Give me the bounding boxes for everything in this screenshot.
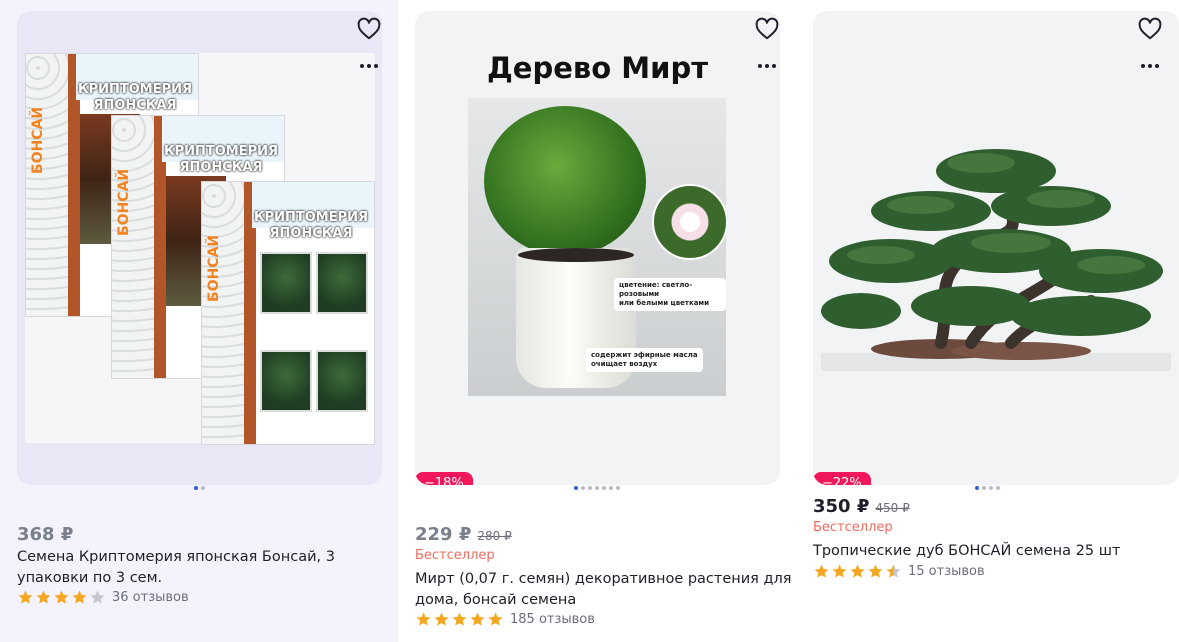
pack-name: КРИПТОМЕРИЯ ЯПОНСКАЯ — [253, 210, 369, 241]
pack-name: КРИПТОМЕРИЯ ЯПОНСКАЯ — [77, 82, 193, 113]
star-icon — [72, 590, 87, 604]
product-card-2[interactable]: Дерево Мирт цветение: светло-розовыми или… — [398, 0, 796, 642]
star-icon — [18, 590, 33, 604]
more-icon[interactable] — [356, 58, 382, 74]
bestseller-label: Бестселлер — [813, 520, 893, 535]
price: 368 ₽ — [17, 524, 74, 545]
star-icon — [434, 612, 449, 626]
star-icon — [470, 612, 485, 626]
star-icon — [488, 612, 503, 626]
product-image[interactable]: −22% — [813, 11, 1179, 485]
product-image[interactable]: Дерево Мирт цветение: светло-розовыми или… — [415, 11, 780, 485]
price: 350 ₽ — [813, 496, 870, 517]
product-title[interactable]: Тропические дуб БОНСАЙ семена 25 шт — [813, 541, 1120, 562]
image-carousel-dots[interactable] — [0, 486, 398, 490]
bestseller-label: Бестселлер — [415, 548, 495, 563]
pack-brand: БОНСАЙ — [206, 234, 222, 302]
product-card-3[interactable]: −22% 350 ₽ 450 ₽ Бестселлер Тропические … — [796, 0, 1179, 642]
star-icon — [452, 612, 467, 626]
product-image[interactable]: БОНСАЙ КРИПТОМЕРИЯ ЯПОНСКАЯ БОНСАЙ КРИПТО… — [17, 11, 382, 485]
star-icon — [868, 564, 883, 578]
reviews-count[interactable]: 15 отзывов — [908, 564, 985, 579]
star-icon — [54, 590, 69, 604]
stars — [17, 589, 106, 606]
star-icon — [832, 564, 847, 578]
rating: 185 отзывов — [415, 611, 595, 628]
star-icon — [886, 564, 901, 578]
image-note: содержит эфирные масла очищает воздух — [586, 348, 703, 372]
star-icon — [90, 590, 105, 604]
bonsai-photo — [821, 149, 1171, 371]
old-price: 450 ₽ — [875, 501, 910, 515]
pack-brand: БОНСАЙ — [30, 106, 46, 174]
product-card-1[interactable]: БОНСАЙ КРИПТОМЕРИЯ ЯПОНСКАЯ БОНСАЙ КРИПТО… — [0, 0, 398, 642]
heart-icon[interactable] — [356, 16, 382, 42]
rating: 15 отзывов — [813, 563, 985, 580]
rating: 36 отзывов — [17, 589, 189, 606]
star-icon — [416, 612, 431, 626]
more-icon[interactable] — [754, 58, 780, 74]
more-icon[interactable] — [1137, 58, 1163, 74]
reviews-count[interactable]: 185 отзывов — [510, 612, 595, 627]
image-carousel-dots[interactable] — [796, 486, 1179, 490]
heart-icon[interactable] — [754, 16, 780, 42]
pack-brand: БОНСАЙ — [116, 168, 132, 236]
heart-icon[interactable] — [1137, 16, 1163, 42]
star-icon — [36, 590, 51, 604]
stars — [813, 563, 902, 580]
pack-name: КРИПТОМЕРИЯ ЯПОНСКАЯ — [163, 144, 279, 175]
star-icon — [814, 564, 829, 578]
discount-badge: −22% — [813, 472, 871, 485]
price-row: 229 ₽ 280 ₽ — [415, 524, 512, 545]
price: 229 ₽ — [415, 524, 472, 545]
image-carousel-dots[interactable] — [398, 486, 796, 490]
old-price: 280 ₽ — [477, 529, 512, 543]
reviews-count[interactable]: 36 отзывов — [112, 590, 189, 605]
seed-packets-image: БОНСАЙ КРИПТОМЕРИЯ ЯПОНСКАЯ БОНСАЙ КРИПТО… — [25, 53, 375, 445]
stars — [415, 611, 504, 628]
myrtle-photo: цветение: светло-розовыми или белыми цвет… — [468, 98, 726, 396]
image-note: цветение: светло-розовыми или белыми цвет… — [614, 278, 726, 311]
product-title[interactable]: Мирт (0,07 г. семян) декоративное растен… — [415, 569, 792, 611]
price-row: 368 ₽ — [17, 524, 73, 545]
star-icon — [850, 564, 865, 578]
image-heading: Дерево Мирт — [486, 51, 709, 85]
price-row: 350 ₽ 450 ₽ — [813, 496, 910, 517]
product-title[interactable]: Семена Криптомерия японская Бонсай, 3 упа… — [17, 547, 335, 589]
discount-badge: −18% — [415, 472, 473, 485]
